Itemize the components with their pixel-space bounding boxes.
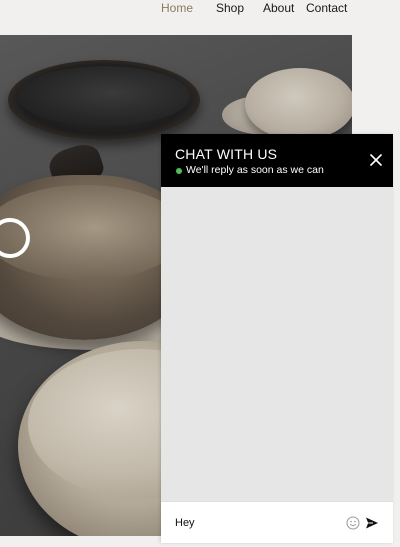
chat-message-input[interactable] bbox=[175, 512, 335, 534]
online-status-dot bbox=[176, 168, 182, 174]
light-bowl bbox=[245, 68, 352, 140]
chat-header: CHAT WITH US We'll reply as soon as we c… bbox=[161, 134, 393, 187]
nav-item-home[interactable]: Home bbox=[161, 1, 193, 15]
nav-item-about[interactable]: About bbox=[263, 1, 294, 15]
dark-plate bbox=[8, 60, 200, 140]
chat-messages-area bbox=[161, 187, 393, 501]
nav-item-contact[interactable]: Contact bbox=[306, 1, 347, 15]
top-nav: Home Shop About Contact bbox=[0, 0, 400, 20]
chat-widget: CHAT WITH US We'll reply as soon as we c… bbox=[161, 134, 393, 543]
chat-status-text: We'll reply as soon as we can bbox=[186, 164, 324, 176]
close-icon[interactable] bbox=[368, 152, 384, 168]
nav-item-shop[interactable]: Shop bbox=[216, 1, 244, 15]
chat-input-bar bbox=[161, 501, 393, 543]
send-icon[interactable] bbox=[365, 516, 379, 530]
chat-title: CHAT WITH US bbox=[175, 146, 278, 162]
emoji-icon[interactable] bbox=[346, 516, 360, 530]
